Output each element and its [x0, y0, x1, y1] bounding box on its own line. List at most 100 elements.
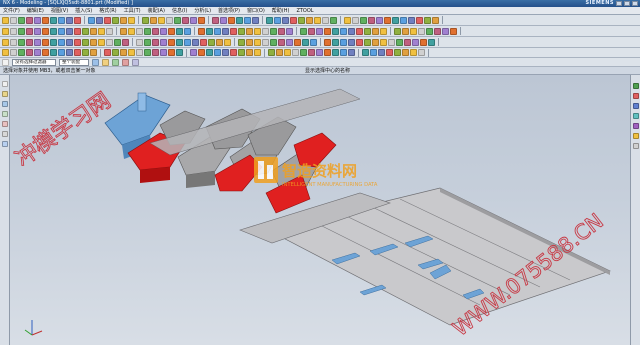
tb3-tool-icon[interactable]: [176, 38, 183, 46]
tb4-tool-icon[interactable]: [198, 49, 205, 56]
menu-assemblies[interactable]: 装配(A): [148, 7, 165, 14]
right-tool-7-icon[interactable]: [633, 143, 639, 149]
tb4-tool-icon[interactable]: [206, 49, 213, 56]
tb2-tool-icon[interactable]: [206, 27, 213, 35]
tb2-tool-icon[interactable]: [160, 27, 167, 35]
tb1-tool-icon[interactable]: [74, 16, 81, 24]
tb2-tool-icon[interactable]: [90, 27, 97, 35]
tb2-tool-icon[interactable]: [222, 27, 229, 35]
tb2-tool-icon[interactable]: [278, 27, 285, 35]
tb1-tool-icon[interactable]: [344, 16, 351, 24]
tb2-tool-icon[interactable]: [442, 27, 449, 35]
roles-icon[interactable]: [2, 131, 8, 137]
tb4-tool-icon[interactable]: [246, 49, 253, 56]
right-tool-3-icon[interactable]: [633, 103, 639, 109]
tb1-tool-icon[interactable]: [244, 16, 251, 24]
tb3-tool-icon[interactable]: [82, 38, 89, 46]
tb4-tool-icon[interactable]: [402, 49, 409, 56]
tb3-tool-icon[interactable]: [26, 38, 33, 46]
tb3-tool-icon[interactable]: [192, 38, 199, 46]
tb1-tool-icon[interactable]: [42, 16, 49, 24]
menu-preferences[interactable]: 首选项(P): [218, 7, 240, 14]
tb3-tool-icon[interactable]: [270, 38, 277, 46]
tb4-tool-icon[interactable]: [82, 49, 89, 56]
tb1-tool-icon[interactable]: [10, 16, 17, 24]
tb4-tool-icon[interactable]: [18, 49, 25, 56]
tb1-tool-icon[interactable]: [212, 16, 219, 24]
tb2-tool-icon[interactable]: [74, 27, 81, 35]
tb3-tool-icon[interactable]: [372, 38, 379, 46]
tb4-tool-icon[interactable]: [58, 49, 65, 56]
tb4-tool-icon[interactable]: [112, 49, 119, 56]
tb2-tool-icon[interactable]: [426, 27, 433, 35]
tb1-tool-icon[interactable]: [424, 16, 431, 24]
tb3-tool-icon[interactable]: [404, 38, 411, 46]
tb1-tool-icon[interactable]: [66, 16, 73, 24]
tb4-tool-icon[interactable]: [276, 49, 283, 56]
tb2-tool-icon[interactable]: [106, 27, 113, 35]
tb4-tool-icon[interactable]: [340, 49, 347, 56]
tb1-tool-icon[interactable]: [120, 16, 127, 24]
tb1-tool-icon[interactable]: [306, 16, 313, 24]
tb2-tool-icon[interactable]: [410, 27, 417, 35]
close-button[interactable]: [632, 1, 638, 6]
tb1-tool-icon[interactable]: [360, 16, 367, 24]
tb2-tool-icon[interactable]: [262, 27, 269, 35]
tb2-tool-icon[interactable]: [214, 27, 221, 35]
right-tool-1-icon[interactable]: [633, 83, 639, 89]
tb4-tool-icon[interactable]: [104, 49, 111, 56]
tb2-tool-icon[interactable]: [144, 27, 151, 35]
tb2-tool-icon[interactable]: [246, 27, 253, 35]
tb1-tool-icon[interactable]: [416, 16, 423, 24]
tb2-tool-icon[interactable]: [300, 27, 307, 35]
tb1-tool-icon[interactable]: [322, 16, 329, 24]
tb3-tool-icon[interactable]: [184, 38, 191, 46]
history-icon[interactable]: [2, 101, 8, 107]
tb2-tool-icon[interactable]: [184, 27, 191, 35]
tb3-tool-icon[interactable]: [136, 38, 143, 46]
system-materials-icon[interactable]: [2, 141, 8, 147]
reuse-library-icon[interactable]: [2, 121, 8, 127]
tb2-tool-icon[interactable]: [168, 27, 175, 35]
menu-ztool[interactable]: ZTOOL: [296, 8, 313, 14]
tb3-tool-icon[interactable]: [66, 38, 73, 46]
tb3-tool-icon[interactable]: [58, 38, 65, 46]
tb1-tool-icon[interactable]: [376, 16, 383, 24]
menu-information[interactable]: 信息(I): [172, 7, 187, 14]
menu-edit[interactable]: 编辑(E): [27, 7, 44, 14]
tb1-tool-icon[interactable]: [88, 16, 95, 24]
tb3-tool-icon[interactable]: [90, 38, 97, 46]
tb2-tool-icon[interactable]: [394, 27, 401, 35]
tb1-tool-icon[interactable]: [408, 16, 415, 24]
tb3-tool-icon[interactable]: [2, 38, 9, 46]
tb1-tool-icon[interactable]: [18, 16, 25, 24]
right-tool-6-icon[interactable]: [633, 133, 639, 139]
tb4-tool-icon[interactable]: [348, 49, 355, 56]
tb1-tool-icon[interactable]: [266, 16, 273, 24]
tb2-tool-icon[interactable]: [380, 27, 387, 35]
tb3-tool-icon[interactable]: [168, 38, 175, 46]
tb3-tool-icon[interactable]: [246, 38, 253, 46]
menu-help[interactable]: 帮助(H): [272, 7, 290, 14]
menu-insert[interactable]: 插入(S): [75, 7, 92, 14]
tb3-tool-icon[interactable]: [114, 38, 121, 46]
tb4-tool-icon[interactable]: [292, 49, 299, 56]
tb1-tool-icon[interactable]: [58, 16, 65, 24]
tb4-tool-icon[interactable]: [176, 49, 183, 56]
tb1-tool-icon[interactable]: [314, 16, 321, 24]
tb3-tool-icon[interactable]: [160, 38, 167, 46]
tb2-tool-icon[interactable]: [254, 27, 261, 35]
tb3-tool-icon[interactable]: [34, 38, 41, 46]
tb4-tool-icon[interactable]: [230, 49, 237, 56]
tb3-tool-icon[interactable]: [340, 38, 347, 46]
tb1-tool-icon[interactable]: [142, 16, 149, 24]
tb2-tool-icon[interactable]: [66, 27, 73, 35]
tb3-tool-icon[interactable]: [278, 38, 285, 46]
tb3-tool-icon[interactable]: [396, 38, 403, 46]
tb2-tool-icon[interactable]: [324, 27, 331, 35]
tb1-tool-icon[interactable]: [384, 16, 391, 24]
tb4-tool-icon[interactable]: [254, 49, 261, 56]
end-point-icon[interactable]: [102, 58, 109, 66]
tb4-tool-icon[interactable]: [238, 49, 245, 56]
tb4-tool-icon[interactable]: [66, 49, 73, 56]
